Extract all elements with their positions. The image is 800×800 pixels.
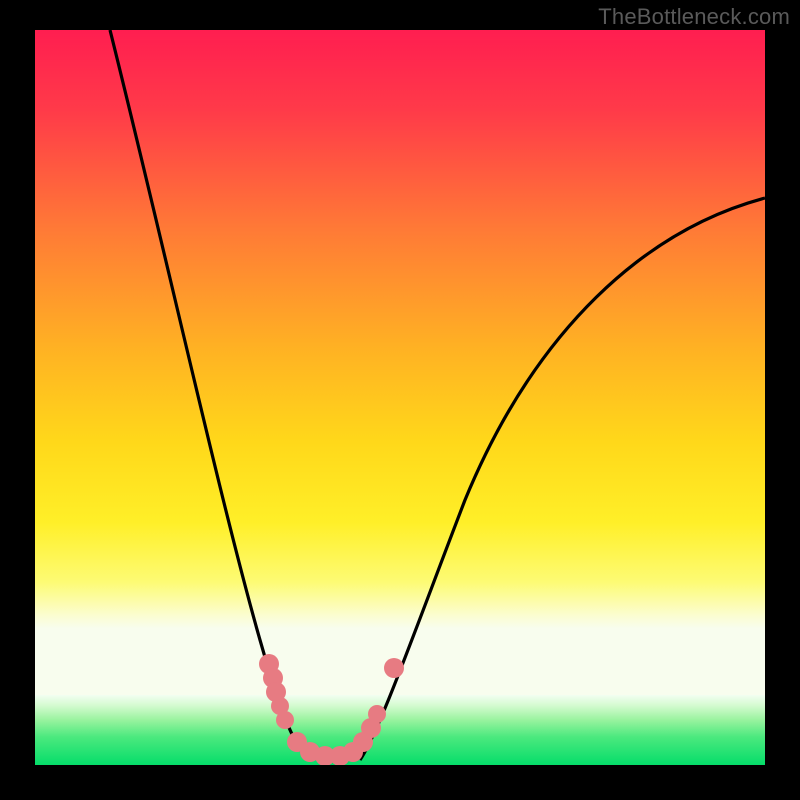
- marker-dots-left: [259, 654, 294, 729]
- watermark-text: TheBottleneck.com: [598, 4, 790, 30]
- bottleneck-curves: [35, 30, 765, 765]
- curve-right: [360, 198, 765, 760]
- curve-left: [110, 30, 310, 760]
- chart-frame: TheBottleneck.com: [0, 0, 800, 800]
- marker-dots-bottom: [287, 705, 386, 765]
- plot-area: [35, 30, 765, 765]
- marker-dot-right: [384, 658, 404, 678]
